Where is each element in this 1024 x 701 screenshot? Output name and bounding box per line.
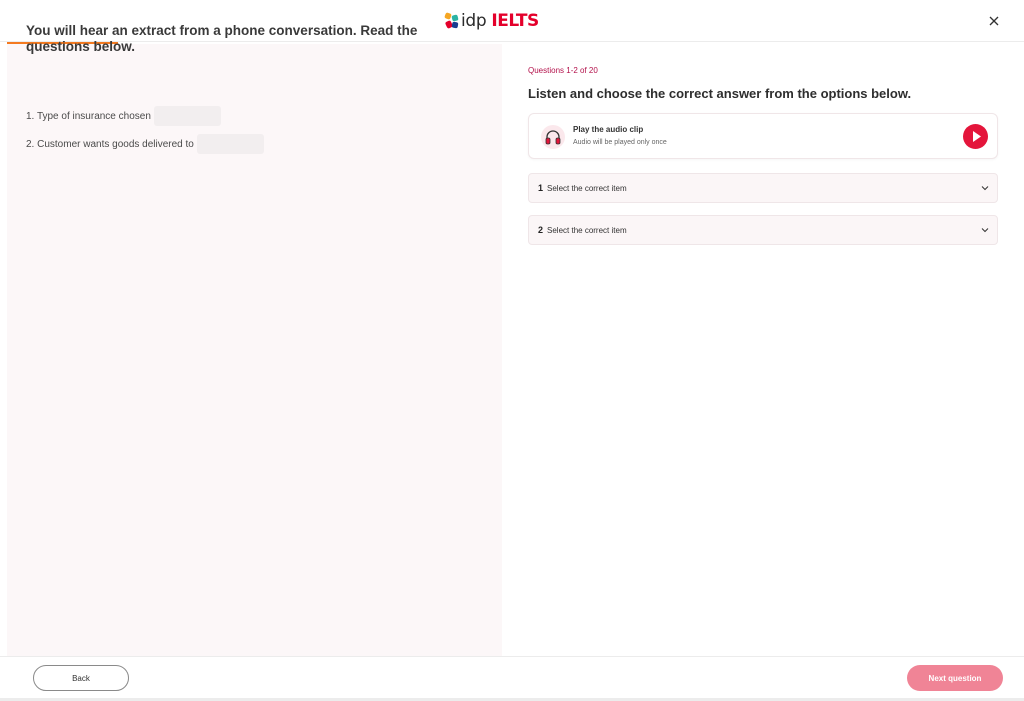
play-icon [973, 131, 981, 142]
audio-card: Play the audio clip Audio will be played… [528, 113, 998, 159]
chevron-down-icon [981, 228, 989, 233]
select-2-number: 2 [538, 225, 544, 235]
question-count: Questions 1-2 of 20 [528, 66, 598, 75]
logo-idp-text: idp [461, 11, 487, 31]
back-button[interactable]: Back [33, 665, 129, 691]
instruction-heading: Listen and choose the correct answer fro… [528, 86, 912, 101]
headphones-icon [541, 125, 565, 149]
chevron-down-icon [981, 186, 989, 191]
next-question-button[interactable]: Next question [907, 665, 1003, 691]
idp-ielts-logo: idp IELTS [444, 10, 539, 32]
question-line-1: 1. Type of insurance chosen [26, 106, 221, 126]
question-1-text: 1. Type of insurance chosen [26, 110, 151, 122]
question-2-answer-field[interactable] [196, 134, 264, 154]
question-2-text: 2. Customer wants goods delivered to [26, 138, 194, 150]
question-line-2: 2. Customer wants goods delivered to [26, 134, 264, 154]
answer-select-1[interactable]: 1 Select the correct item [528, 173, 998, 203]
close-icon[interactable] [985, 12, 1003, 30]
footer [0, 656, 1024, 701]
play-button[interactable] [963, 124, 988, 149]
audio-title: Play the audio clip [573, 125, 644, 134]
answer-select-2[interactable]: 2 Select the correct item [528, 215, 998, 245]
select-1-label: Select the correct item [547, 183, 627, 193]
intro-text: You will hear an extract from a phone co… [26, 23, 418, 54]
logo-ielts-text: IELTS [491, 11, 539, 31]
select-1-number: 1 [538, 183, 544, 193]
select-2-label: Select the correct item [547, 225, 627, 235]
question-1-answer-field[interactable] [153, 106, 221, 126]
audio-subtitle: Audio will be played only once [573, 139, 667, 146]
